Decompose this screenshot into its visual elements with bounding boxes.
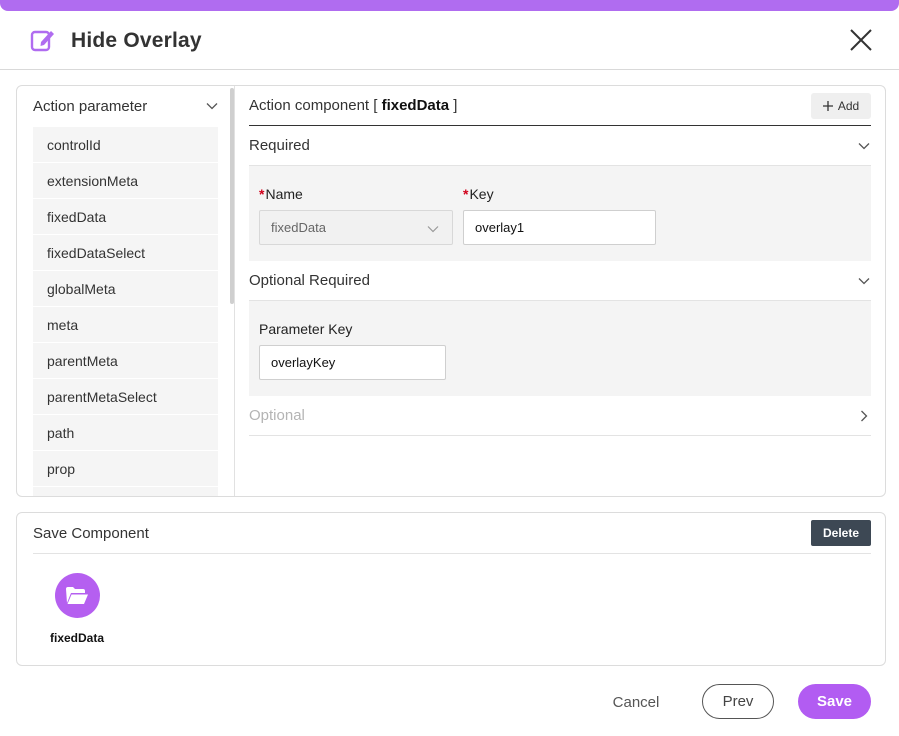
chevron-right-icon xyxy=(861,410,868,421)
optional-required-section-body: Parameter Key overlayKey xyxy=(249,301,871,396)
dialog-header: Hide Overlay xyxy=(0,11,899,70)
action-panel: Action parameter controlId extensionMeta… xyxy=(16,85,886,497)
save-component-header: Save Component Delete xyxy=(33,513,871,554)
name-label-text: Name xyxy=(265,186,303,202)
list-item[interactable]: prop xyxy=(33,450,218,486)
save-component-panel: Save Component Delete fixedData xyxy=(16,512,886,666)
cancel-button[interactable]: Cancel xyxy=(600,685,672,719)
list-item[interactable]: path xyxy=(33,414,218,450)
optional-section-header[interactable]: Optional xyxy=(249,396,871,436)
list-item[interactable]: extensionMeta xyxy=(33,162,218,198)
add-button-label: Add xyxy=(837,99,860,113)
name-field-label: *Name xyxy=(259,186,303,202)
prev-button[interactable]: Prev xyxy=(702,684,774,719)
required-section-label: Required xyxy=(249,137,310,154)
action-component-suffix: ] xyxy=(449,97,458,114)
action-parameter-label: Action parameter xyxy=(33,97,148,115)
top-accent-bar xyxy=(0,0,899,11)
close-icon[interactable] xyxy=(848,27,874,53)
folder-open-icon xyxy=(66,586,88,604)
chevron-down-icon xyxy=(858,277,870,284)
action-parameter-list: controlId extensionMeta fixedData fixedD… xyxy=(33,126,218,496)
list-item[interactable]: meta xyxy=(33,306,218,342)
key-input-value: overlay1 xyxy=(475,220,525,235)
component-avatar xyxy=(54,573,100,618)
action-component-value: fixedData xyxy=(381,97,450,114)
action-parameter-header[interactable]: Action parameter xyxy=(33,86,219,126)
action-parameter-column: Action parameter controlId extensionMeta… xyxy=(17,86,235,496)
plus-icon xyxy=(822,101,833,111)
key-input[interactable]: overlay1 xyxy=(463,210,656,245)
dialog-title: Hide Overlay xyxy=(71,29,202,52)
list-item[interactable]: globalMeta xyxy=(33,270,218,306)
action-component-label: Action component [ fixedData ] xyxy=(249,97,457,114)
save-component-label: Save Component xyxy=(33,524,149,542)
required-asterisk: * xyxy=(463,186,469,202)
name-select-value: fixedData xyxy=(271,220,326,235)
name-select[interactable]: fixedData xyxy=(259,210,453,245)
optional-required-section-label: Optional Required xyxy=(249,272,370,289)
list-item[interactable]: parentMetaSelect xyxy=(33,378,218,414)
action-component-header: Action component [ fixedData ] Add xyxy=(249,86,871,126)
chevron-down-icon xyxy=(427,226,439,233)
delete-button[interactable]: Delete xyxy=(811,520,871,546)
list-item[interactable]: fixedData xyxy=(33,198,218,234)
chevron-down-icon xyxy=(858,142,870,149)
optional-required-section-header[interactable]: Optional Required xyxy=(249,261,871,301)
required-section-header[interactable]: Required xyxy=(249,126,871,166)
key-field-label: *Key xyxy=(463,186,494,202)
optional-section-label: Optional xyxy=(249,407,305,424)
add-button[interactable]: Add xyxy=(811,93,871,119)
action-component-column: Action component [ fixedData ] Add Requi… xyxy=(249,86,871,496)
required-asterisk: * xyxy=(259,186,265,202)
list-item[interactable]: controlId xyxy=(33,126,218,162)
key-label-text: Key xyxy=(469,186,494,202)
edit-icon xyxy=(30,30,54,52)
chevron-down-icon xyxy=(206,103,218,110)
list-item[interactable]: fixedDataSelect xyxy=(33,234,218,270)
column-divider xyxy=(234,86,235,496)
parameter-key-label: Parameter Key xyxy=(259,321,353,337)
required-section-body: *Name fixedData *Key overlay1 xyxy=(249,166,871,261)
action-component-prefix: Action component [ xyxy=(249,97,382,114)
saved-component-name: fixedData xyxy=(49,631,105,645)
save-button[interactable]: Save xyxy=(798,684,871,719)
list-item[interactable]: propSelect xyxy=(33,486,218,496)
parameter-key-value: overlayKey xyxy=(271,355,336,370)
parameter-key-input[interactable]: overlayKey xyxy=(259,345,446,380)
saved-component-tile[interactable]: fixedData xyxy=(47,573,107,645)
list-item[interactable]: parentMeta xyxy=(33,342,218,378)
